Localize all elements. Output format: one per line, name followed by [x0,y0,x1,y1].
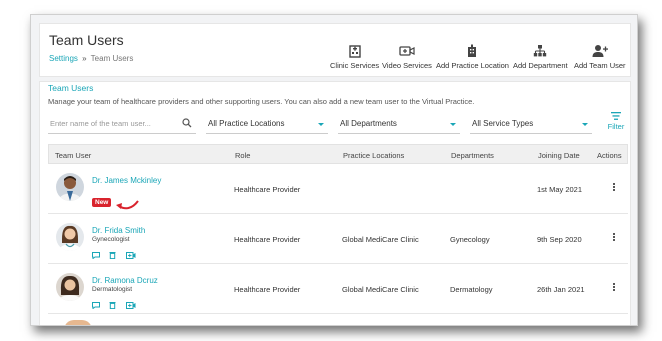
section-title: Team Users [48,83,94,93]
video-add-icon[interactable] [125,296,136,314]
table-row: Dr. Frida Smith Gynecologist Healthcare … [48,214,628,264]
departments-select[interactable]: All Departments [338,114,460,134]
video-add-icon[interactable] [125,246,136,264]
joining-date-cell: 26th Jan 2021 [537,285,585,294]
department-cell: Dermatology [450,285,493,294]
avatar [56,273,84,301]
sitemap-icon [534,45,547,57]
table-row: Dr. James Mckinley New Healthcare Provid… [48,164,628,214]
breadcrumb: Settings » Team Users [49,54,133,63]
col-actions: Actions [597,151,622,160]
col-practice-locations: Practice Locations [343,151,405,160]
team-users-panel: Team Users Manage your team of healthcar… [39,81,631,325]
video-services-label: Video Services [382,61,432,70]
service-types-select[interactable]: All Service Types [470,114,592,134]
department-cell: Gynecology [450,235,490,244]
joining-date-cell: 9th Sep 2020 [537,235,582,244]
more-actions-icon[interactable] [613,283,616,292]
table-row: Dr. Ramona Dcruz Dermatologist Healthcar… [48,264,628,314]
filter-bar: Enter name of the team user... All Pract… [48,112,628,136]
chevron-down-icon [318,123,324,126]
col-joining-date: Joining Date [538,151,580,160]
add-team-user-button[interactable]: Add Team User [574,44,626,70]
breadcrumb-settings-link[interactable]: Settings [49,54,78,63]
chat-icon[interactable] [92,296,100,314]
pointer-arrow-icon [116,200,139,210]
search-input[interactable]: Enter name of the team user... [48,114,196,134]
departments-value: All Departments [340,119,397,128]
building-add-icon [468,44,477,57]
role-cell: Healthcare Provider [234,285,301,294]
practice-locations-value: All Practice Locations [208,119,285,128]
new-badge: New [92,198,112,207]
practice-locations-select[interactable]: All Practice Locations [206,114,328,134]
location-cell: Global MediCare Clinic [342,235,419,244]
breadcrumb-separator: » [82,54,87,63]
service-types-value: All Service Types [472,119,534,128]
trash-icon[interactable] [109,246,116,264]
add-department-label: Add Department [513,61,568,70]
role-cell: Healthcare Provider [234,235,301,244]
add-department-button[interactable]: Add Department [513,44,568,70]
filter-label: Filter [607,122,625,131]
user-add-icon [592,45,608,57]
chevron-down-icon [582,123,588,126]
user-quick-actions [92,246,141,264]
video-services-button[interactable]: Video Services [382,44,432,70]
search-placeholder: Enter name of the team user... [50,119,151,128]
filter-button[interactable]: Filter [604,112,628,131]
avatar [64,320,92,325]
chat-icon[interactable] [92,246,100,264]
clinic-services-button[interactable]: Clinic Services [330,44,379,70]
filter-lines-icon [611,112,621,120]
hospital-icon [348,45,361,58]
location-cell: Global MediCare Clinic [342,285,419,294]
search-icon [182,118,192,128]
chevron-down-icon [450,123,456,126]
breadcrumb-current: Team Users [90,54,134,63]
section-description: Manage your team of healthcare providers… [48,97,475,106]
trash-icon[interactable] [109,296,116,314]
add-practice-location-button[interactable]: Add Practice Location [436,44,509,70]
clinic-services-label: Clinic Services [330,61,380,70]
avatar [56,173,84,201]
user-specialty: Gynecologist [92,236,130,243]
add-practice-location-label: Add Practice Location [436,61,509,70]
user-quick-actions [92,296,141,314]
user-name-link[interactable]: Dr. Frida Smith [92,226,145,235]
user-name-link[interactable]: Dr. James Mckinley [92,176,161,185]
more-actions-icon[interactable] [613,233,616,242]
col-departments: Departments [451,151,494,160]
user-name-link[interactable]: Dr. Ramona Dcruz [92,276,158,285]
col-role: Role [235,151,251,160]
table-row [48,314,628,325]
joining-date-cell: 1st May 2021 [537,185,583,194]
page-header: Team Users Settings » Team Users Clinic … [39,23,631,77]
avatar [56,223,84,251]
col-team-user: Team User [55,151,92,160]
team-users-table: Team User Role Practice Locations Depart… [48,144,628,325]
role-cell: Healthcare Provider [234,185,301,194]
table-header: Team User Role Practice Locations Depart… [48,144,628,164]
more-actions-icon[interactable] [613,183,616,192]
app-window: Team Users Settings » Team Users Clinic … [30,14,638,326]
add-team-user-label: Add Team User [574,61,626,70]
user-specialty: Dermatologist [92,286,133,293]
video-plus-icon [399,46,415,56]
page-title: Team Users [49,32,124,48]
